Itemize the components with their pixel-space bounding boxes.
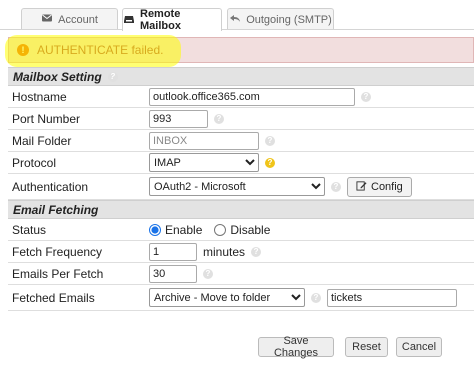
settings-form: Mailbox Setting ? Hostname ? Port Number…	[8, 67, 474, 311]
envelope-icon	[41, 12, 53, 27]
row-emails-per-fetch: Emails Per Fetch ?	[8, 263, 474, 285]
help-icon[interactable]: ?	[107, 71, 118, 82]
edit-icon	[356, 180, 367, 194]
disable-label: Disable	[230, 222, 271, 237]
save-changes-button[interactable]: Save Changes	[258, 335, 334, 359]
fetched-emails-label: Fetched Emails	[12, 290, 95, 305]
help-icon[interactable]: ?	[361, 91, 371, 102]
section-email-fetching: Email Fetching	[8, 200, 474, 219]
hostname-label: Hostname	[12, 89, 67, 104]
row-fetch-frequency: Fetch Frequency minutes ?	[8, 241, 474, 263]
row-port: Port Number ?	[8, 108, 474, 130]
tab-outgoing-smtp-label: Outgoing (SMTP)	[246, 13, 332, 26]
help-icon[interactable]: ?	[331, 181, 341, 192]
error-message: AUTHENTICATE failed.	[37, 43, 164, 57]
status-label: Status	[12, 222, 47, 237]
tab-outgoing-smtp[interactable]: Outgoing (SMTP)	[227, 8, 334, 30]
enable-radio[interactable]	[149, 223, 161, 236]
enable-option[interactable]: Enable	[149, 223, 202, 237]
help-icon[interactable]: ?	[311, 292, 321, 303]
tab-remote-mailbox-label: Remote Mailbox	[140, 8, 181, 32]
cancel-button[interactable]: Cancel	[396, 337, 442, 357]
inbox-icon	[123, 13, 135, 28]
error-alert: ! AUTHENTICATE failed.	[8, 37, 474, 63]
config-button[interactable]: Config	[347, 176, 412, 197]
emails-per-fetch-label: Emails Per Fetch	[12, 266, 104, 281]
help-icon[interactable]: ?	[265, 157, 275, 168]
row-status: Status Enable Disable	[8, 219, 474, 241]
hostname-input[interactable]	[149, 87, 355, 106]
row-protocol: Protocol IMAP ?	[8, 152, 474, 174]
row-authentication: Authentication OAuth2 - Microsoft ? Conf…	[8, 174, 474, 200]
protocol-select[interactable]: IMAP	[149, 153, 259, 172]
tab-bar: Account Remote Mailbox Outgoing (SMTP)	[0, 0, 474, 32]
enable-label: Enable	[165, 222, 203, 237]
fetch-frequency-unit: minutes	[203, 244, 246, 259]
tab-account[interactable]: Account	[21, 8, 118, 30]
reset-button[interactable]: Reset	[345, 337, 388, 357]
mail-folder-label: Mail Folder	[12, 133, 72, 148]
warning-icon: !	[17, 44, 29, 56]
disable-radio[interactable]	[214, 223, 227, 236]
tab-remote-mailbox[interactable]: Remote Mailbox	[122, 8, 222, 32]
fetched-emails-action-select[interactable]: Archive - Move to folder	[149, 288, 305, 307]
section-title: Mailbox Setting	[13, 69, 102, 84]
help-icon[interactable]: ?	[265, 135, 275, 146]
mail-folder-input[interactable]	[149, 131, 259, 150]
disable-option[interactable]: Disable	[214, 223, 270, 237]
authentication-label: Authentication	[12, 179, 89, 194]
row-hostname: Hostname ?	[8, 86, 474, 108]
help-icon[interactable]: ?	[251, 246, 262, 257]
tab-account-label: Account	[58, 13, 98, 26]
port-input[interactable]	[149, 109, 208, 128]
authentication-select[interactable]: OAuth2 - Microsoft	[149, 177, 325, 196]
help-icon[interactable]: ?	[203, 268, 213, 279]
config-button-label: Config	[371, 180, 403, 193]
reply-icon	[229, 12, 241, 27]
fetched-emails-folder-input[interactable]	[327, 288, 457, 307]
row-fetched-emails: Fetched Emails Archive - Move to folder …	[8, 285, 474, 311]
section-mailbox-setting: Mailbox Setting ?	[8, 67, 474, 86]
section-title: Email Fetching	[13, 202, 99, 217]
emails-per-fetch-input[interactable]	[149, 264, 197, 283]
fetch-frequency-input[interactable]	[149, 242, 197, 261]
fetch-frequency-label: Fetch Frequency	[12, 244, 103, 259]
port-label: Port Number	[12, 111, 81, 126]
help-icon[interactable]: ?	[214, 113, 224, 124]
protocol-label: Protocol	[12, 155, 57, 170]
row-mail-folder: Mail Folder ?	[8, 130, 474, 152]
